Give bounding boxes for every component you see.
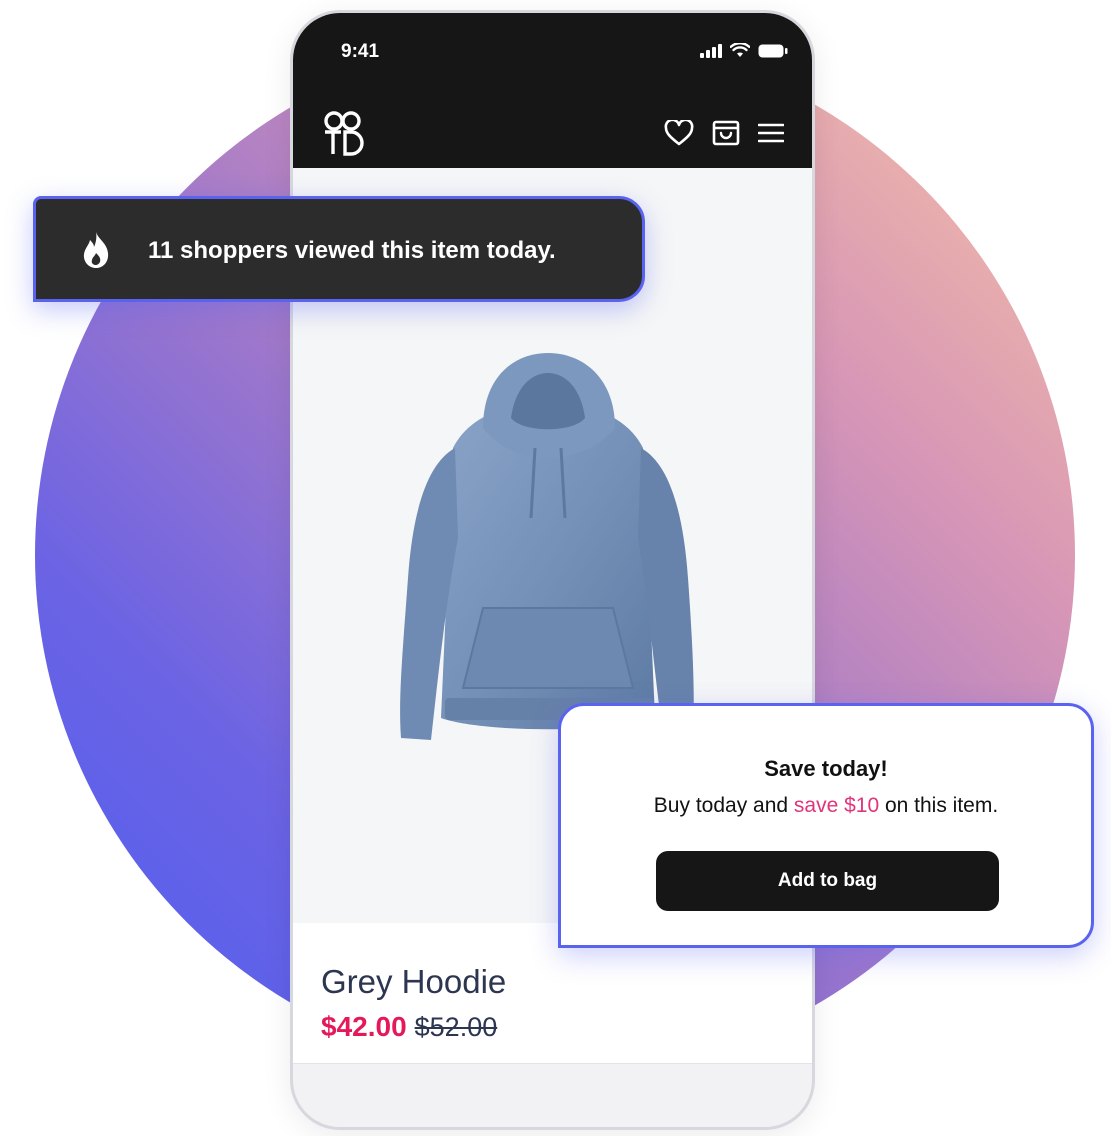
price-row: $42.00 $52.00: [321, 1011, 497, 1043]
wifi-icon: [730, 43, 750, 57]
menu-icon[interactable]: [758, 122, 784, 144]
shopping-bag-icon[interactable]: [712, 120, 740, 146]
add-to-bag-button[interactable]: Add to bag: [656, 851, 999, 911]
offer-desc-before: Buy today and: [653, 794, 794, 817]
viewers-toast: 11 shoppers viewed this item today.: [33, 196, 645, 302]
top-nav-bar: [293, 98, 812, 168]
sale-price: $42.00: [321, 1011, 407, 1042]
offer-desc-after: on this item.: [879, 794, 999, 817]
toast-message: 11 shoppers viewed this item today.: [148, 237, 556, 264]
signal-icon: [700, 43, 722, 58]
offer-desc-highlight: save $10: [793, 794, 880, 817]
offer-description: Buy today and save $10 on this item.: [561, 794, 1091, 818]
offer-title: Save today!: [764, 756, 888, 781]
flame-icon: [83, 232, 109, 268]
status-icons: [700, 43, 788, 58]
heart-icon[interactable]: [664, 120, 694, 146]
nav-actions: [664, 120, 784, 146]
original-price: $52.00: [414, 1012, 498, 1042]
brand-logo[interactable]: [321, 110, 367, 161]
battery-icon: [758, 44, 788, 57]
divider: [293, 1063, 812, 1064]
phone-frame: 9:41 Grey Hoodie $42.00 $52.00: [290, 10, 815, 1130]
product-name[interactable]: Grey Hoodie: [321, 963, 506, 1001]
logo-icon: [324, 111, 364, 156]
status-time: 9:41: [341, 41, 380, 62]
save-offer-card: Save today! Buy today and save $10 on th…: [558, 703, 1094, 948]
hoodie-image[interactable]: [383, 348, 713, 748]
status-bar: 9:41: [293, 13, 812, 98]
